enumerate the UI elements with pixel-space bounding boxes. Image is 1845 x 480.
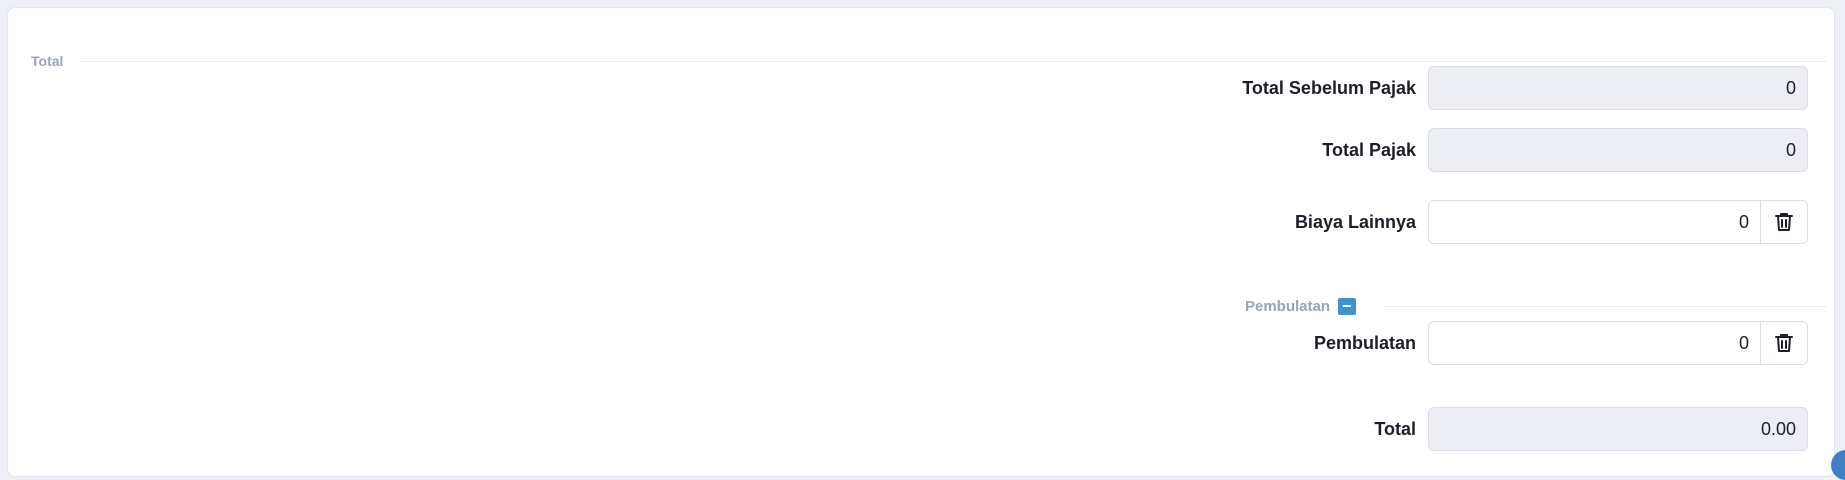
rounding-delete-button[interactable] bbox=[1760, 322, 1807, 364]
rounding-input[interactable] bbox=[1429, 322, 1760, 364]
rounding-section-divider bbox=[1384, 305, 1826, 307]
other-cost-row: Biaya Lainnya bbox=[1048, 200, 1808, 244]
section-title: Total bbox=[31, 53, 64, 69]
other-cost-input[interactable] bbox=[1429, 201, 1760, 243]
section-divider bbox=[80, 60, 1826, 62]
rounding-field bbox=[1428, 321, 1808, 365]
totals-card: Total Total Sebelum Pajak Total Pajak Bi… bbox=[7, 7, 1835, 477]
tax-label: Total Pajak bbox=[1322, 139, 1416, 160]
subtotal-label: Total Sebelum Pajak bbox=[1242, 77, 1416, 98]
rounding-section-title: Pembulatan bbox=[1245, 297, 1331, 315]
tax-input bbox=[1429, 129, 1807, 171]
total-input bbox=[1429, 408, 1807, 450]
rounding-section-header: Pembulatan bbox=[1245, 294, 1826, 318]
rounding-label: Pembulatan bbox=[1313, 332, 1416, 353]
tax-field bbox=[1428, 128, 1808, 172]
tax-row: Total Pajak bbox=[1048, 128, 1808, 172]
other-cost-field bbox=[1428, 200, 1808, 244]
minus-icon[interactable] bbox=[1338, 297, 1357, 315]
trash-icon bbox=[1775, 213, 1793, 231]
total-row: Total bbox=[1048, 407, 1808, 451]
subtotal-input bbox=[1429, 67, 1807, 109]
other-cost-delete-button[interactable] bbox=[1760, 201, 1807, 243]
total-label: Total bbox=[1374, 418, 1416, 439]
trash-icon bbox=[1775, 334, 1793, 352]
total-field bbox=[1428, 407, 1808, 451]
rounding-row: Pembulatan bbox=[1048, 321, 1808, 365]
other-cost-label: Biaya Lainnya bbox=[1294, 211, 1416, 232]
subtotal-row: Total Sebelum Pajak bbox=[1048, 66, 1808, 110]
subtotal-field bbox=[1428, 66, 1808, 110]
